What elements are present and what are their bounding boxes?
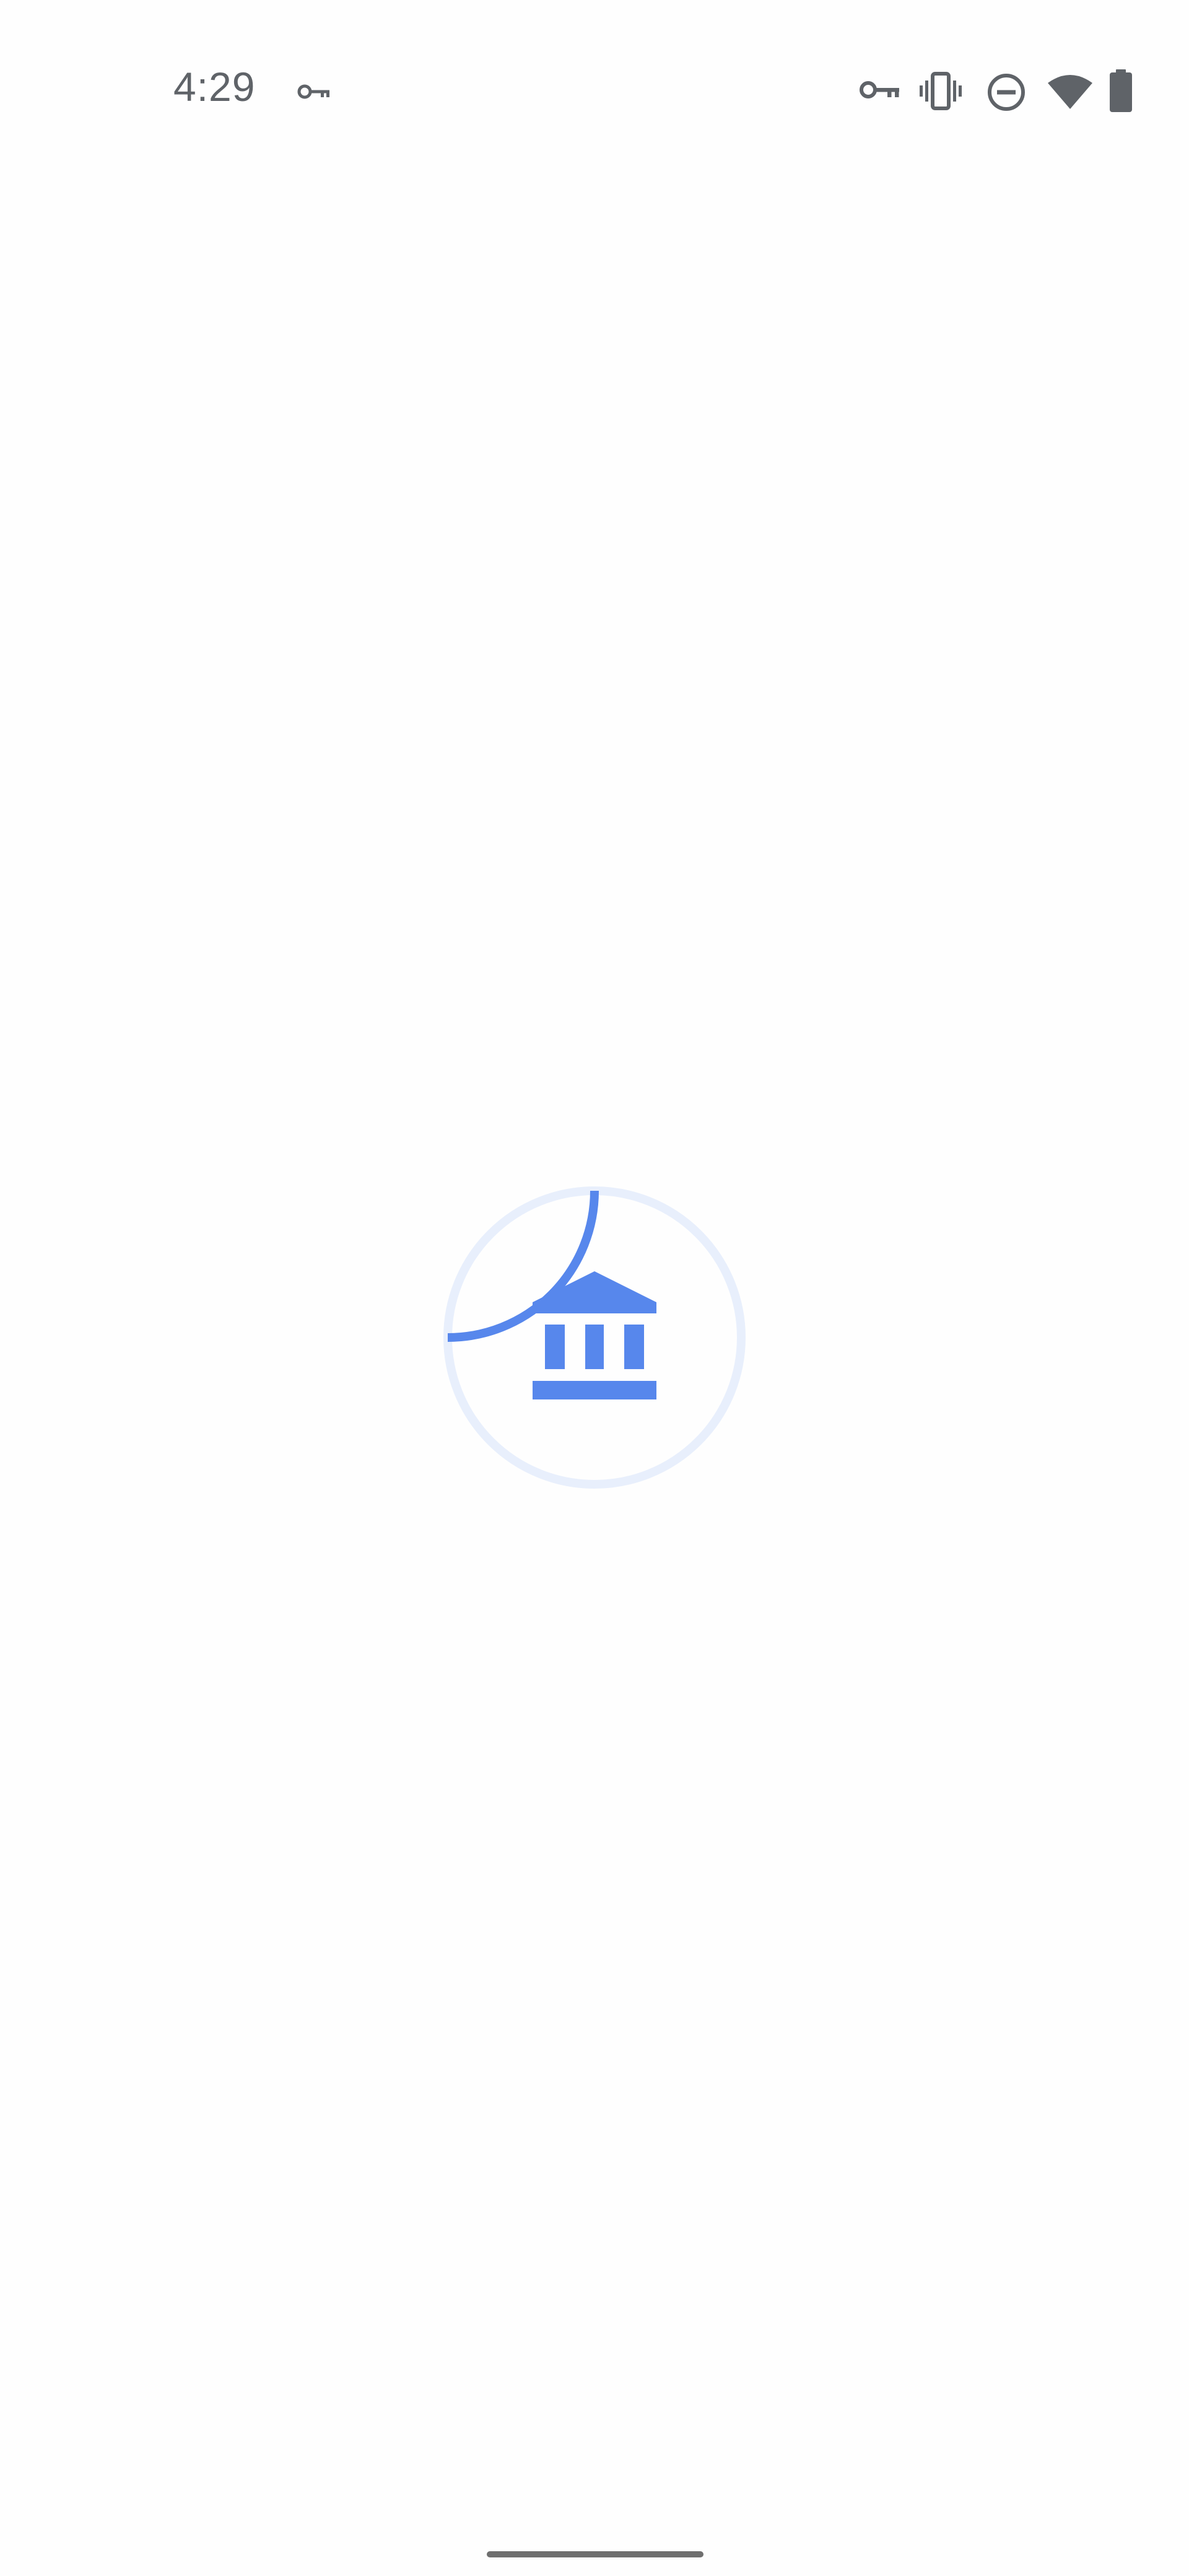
vpn-key-icon <box>297 84 329 99</box>
status-bar: 4:29 <box>0 0 1189 186</box>
wifi-icon <box>1048 75 1092 109</box>
status-time: 4:29 <box>173 64 256 110</box>
gesture-nav-handle[interactable] <box>487 2551 703 2557</box>
battery-icon <box>1110 69 1132 112</box>
loading-indicator <box>443 1186 746 1489</box>
do-not-disturb-icon <box>988 74 1025 111</box>
vpn-key-icon <box>860 81 899 98</box>
vibrate-icon <box>920 72 962 110</box>
